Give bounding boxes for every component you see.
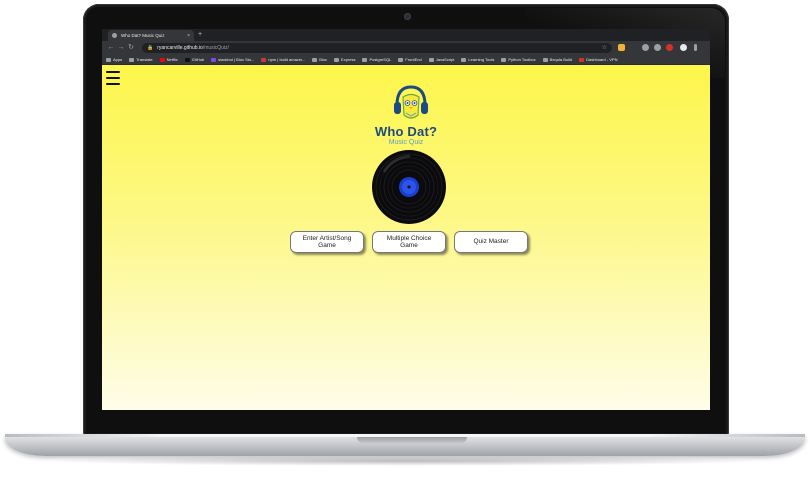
extension-icon[interactable] [618,44,625,51]
bookmark-item[interactable]: GitHub [184,57,204,62]
reload-button[interactable]: ↻ [126,41,136,55]
address-bar[interactable]: 🔒 ryancarville.github.io /musicQuiz/ ☆ [142,43,612,53]
hamburger-menu-icon[interactable] [106,71,120,85]
bookmark-item[interactable]: Bloc [312,57,327,62]
apps-icon [106,57,111,62]
bookmark-item[interactable]: Bequia Build [542,57,572,62]
bookmark-item[interactable]: Apps [106,57,122,62]
page-subtitle: Music Quiz [388,139,424,146]
bookmark-star-icon[interactable]: ☆ [602,43,607,53]
bookmark-item[interactable]: PostgreSQL [362,57,391,62]
tab-title: Who Dat? Music Quiz [121,33,165,38]
bookmark-item[interactable]: Python Toolbox [501,57,536,62]
laptop-shadow [40,456,770,466]
bookmark-item[interactable]: npm | build amazin... [261,57,305,62]
browser-tab-strip: Who Dat? Music Quiz × + [102,29,710,41]
profile-avatar-icon[interactable] [680,44,687,51]
extension-icon[interactable] [642,44,649,51]
browser-tab[interactable]: Who Dat? Music Quiz × [108,30,194,41]
bookmark-item[interactable]: JavaScript [428,57,454,62]
tab-close-icon[interactable]: × [187,33,190,39]
bookmark-item[interactable]: slackbot | Bloc Stu... [211,57,254,62]
bookmark-item[interactable]: Netflix [159,57,178,62]
menu-kebab-icon[interactable] [694,44,697,51]
enter-artist-song-game-button[interactable]: Enter Artist/Song Game [290,231,364,253]
folder-icon [542,57,548,62]
page-title: Who Dat? [374,124,438,139]
translate-icon [129,57,135,62]
folder-icon [501,57,507,62]
laptop-screen: Who Dat? Music Quiz × + ← → ↻ 🔒 ryancarv… [102,29,710,410]
npm-icon [261,57,267,62]
laptop-base [5,434,805,456]
bookmark-item[interactable]: Express [334,57,355,62]
bookmarks-bar: Apps Translate Netflix GitHub slackbot |… [102,55,710,65]
slack-icon [211,57,217,62]
quiz-page: Who Dat? Music Quiz Enter Artist/Song Ga… [102,65,710,410]
github-icon [184,57,190,62]
bookmark-item[interactable]: Dashboard - VPN [579,57,617,62]
folder-icon [428,57,434,62]
bookmark-item[interactable]: Learning Tools [461,57,494,62]
extension-icon[interactable] [654,44,661,51]
folder-icon [312,57,318,62]
folder-icon [461,57,467,62]
folder-icon [398,57,404,62]
forward-button[interactable]: → [116,41,126,55]
new-tab-button[interactable]: + [198,30,202,40]
browser-toolbar: ← → ↻ 🔒 ryancarville.github.io /musicQui… [102,41,710,55]
vpn-icon [579,57,585,62]
multiple-choice-game-button[interactable]: Multiple Choice Game [372,231,446,253]
quiz-master-button[interactable]: Quiz Master [454,231,528,253]
folder-icon [334,57,340,62]
tab-favicon-icon [112,33,117,38]
url-path: /musicQuiz/ [202,45,229,51]
lock-icon: 🔒 [147,45,154,51]
camera-icon [404,13,411,20]
game-buttons: Enter Artist/Song Game Multiple Choice G… [290,231,530,255]
netflix-icon [159,57,165,62]
vinyl-record-icon [372,150,446,224]
url-host: ryancarville.github.io [157,45,203,51]
bookmark-item[interactable]: FrontEnd [398,57,422,62]
back-button[interactable]: ← [106,41,116,55]
extension-icon[interactable] [666,44,673,51]
headphones-logo-icon [394,85,428,119]
bookmark-item[interactable]: Translate [129,57,153,62]
folder-icon [362,57,368,62]
base-notch [357,437,467,443]
